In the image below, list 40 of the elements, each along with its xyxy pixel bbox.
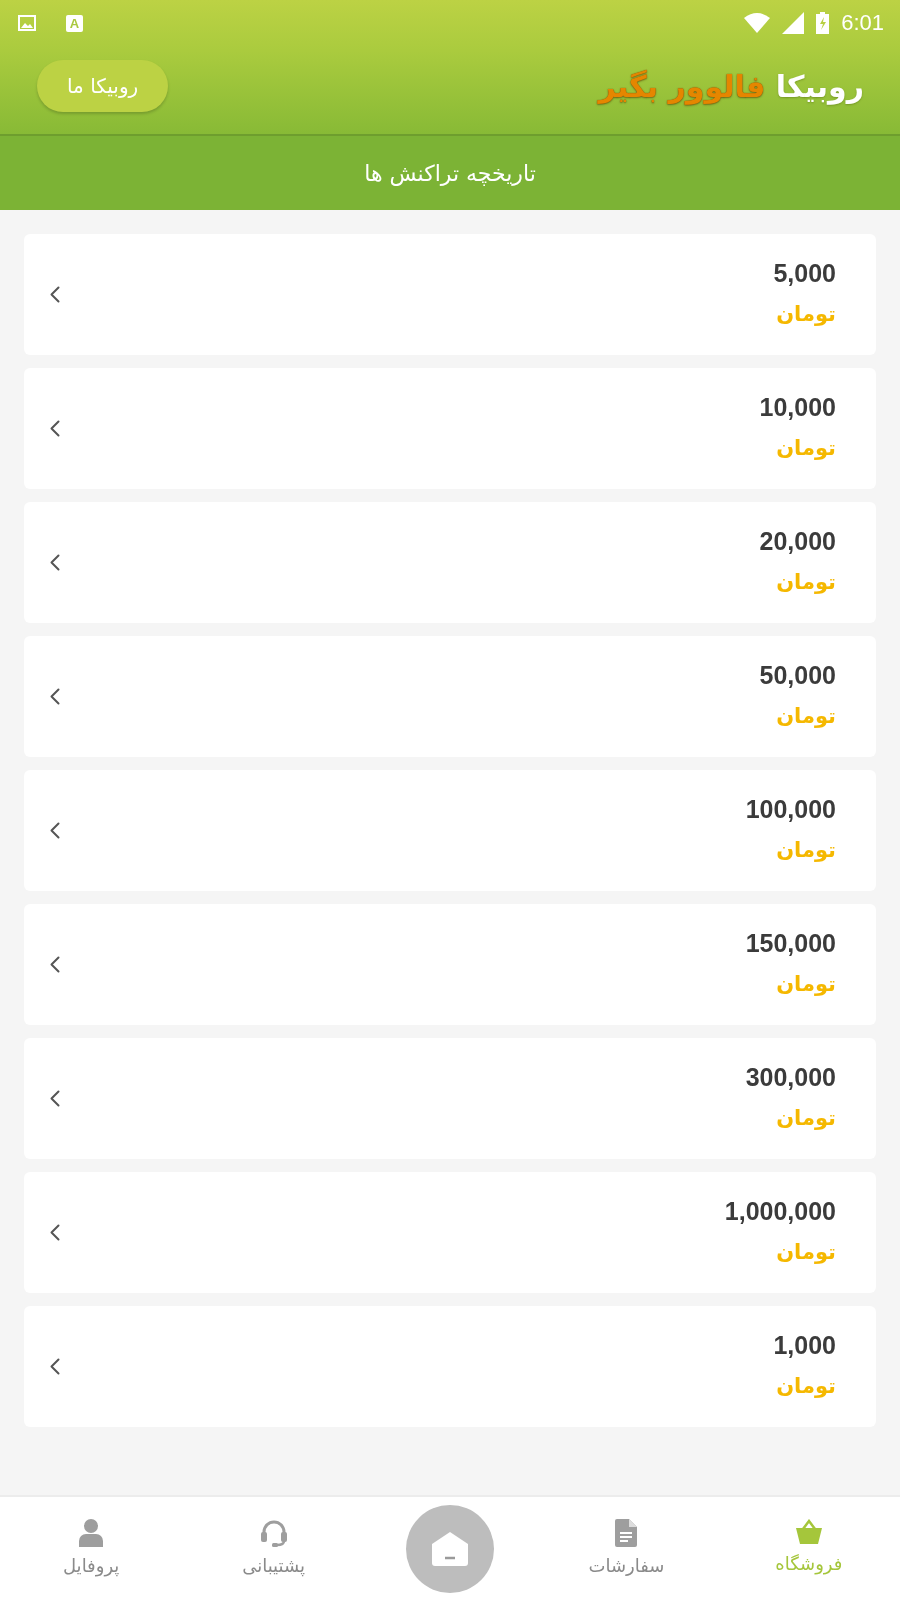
- currency-text: تومان: [776, 1240, 836, 1264]
- clock-time: 6:01: [841, 10, 884, 36]
- amount-text: 20,000: [759, 527, 836, 556]
- chevron-left-icon: [50, 286, 60, 303]
- notification-icon: A: [66, 14, 83, 32]
- amount-text: 10,000: [759, 393, 836, 422]
- document-icon: [615, 1519, 638, 1547]
- basket-icon: [794, 1519, 823, 1545]
- wifi-icon: [744, 13, 771, 33]
- signal-icon: [782, 12, 805, 34]
- amount-text: 150,000: [745, 929, 836, 958]
- app-title: روبیکا فالوور بگیر: [598, 68, 864, 104]
- battery-icon: [816, 12, 830, 34]
- chevron-left-icon: [50, 1090, 60, 1107]
- chevron-left-icon: [50, 554, 60, 571]
- currency-text: تومان: [776, 1374, 836, 1398]
- currency-text: تومان: [776, 1106, 836, 1130]
- chevron-left-icon: [50, 688, 60, 705]
- currency-text: تومان: [776, 302, 836, 326]
- chevron-left-icon: [50, 1224, 60, 1241]
- amount-text: 50,000: [759, 661, 836, 690]
- currency-text: تومان: [776, 436, 836, 460]
- currency-text: تومان: [776, 704, 836, 728]
- amount-text: 1,000: [773, 1331, 836, 1360]
- chevron-left-icon: [50, 420, 60, 437]
- amount-text: 1,000,000: [724, 1197, 836, 1226]
- amount-text: 5,000: [773, 259, 836, 288]
- amount-text: 300,000: [745, 1063, 836, 1092]
- chevron-left-icon: [50, 956, 60, 973]
- image-icon: [18, 15, 36, 31]
- person-icon: [79, 1519, 104, 1547]
- house-icon: [431, 1530, 469, 1567]
- amount-text: 100,000: [745, 795, 836, 824]
- currency-text: تومان: [776, 838, 836, 862]
- currency-text: تومان: [776, 570, 836, 594]
- currency-text: تومان: [776, 972, 836, 996]
- headset-icon: [259, 1519, 288, 1547]
- chevron-left-icon: [50, 1358, 60, 1375]
- chevron-left-icon: [50, 822, 60, 839]
- page-title: تاریخچه تراکنش ها: [364, 160, 536, 186]
